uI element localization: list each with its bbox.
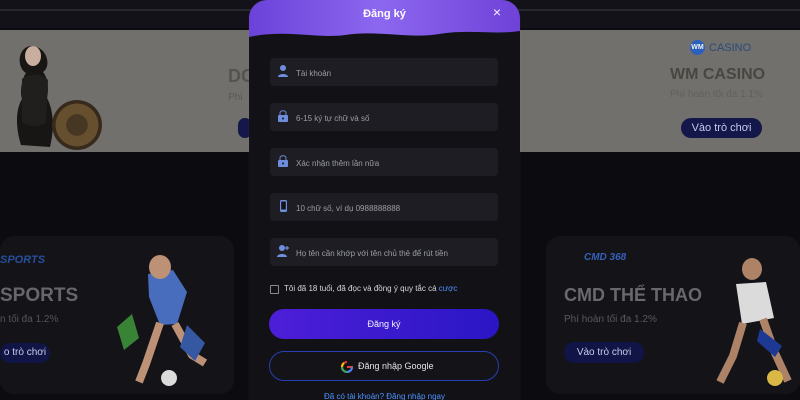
terms-row: Tôi đã 18 tuổi, đã đọc và đồng ý quy tắc… bbox=[270, 284, 500, 298]
phone-input[interactable] bbox=[294, 193, 493, 223]
username-field[interactable] bbox=[270, 58, 498, 88]
lock-icon bbox=[278, 155, 288, 167]
password-input[interactable] bbox=[294, 103, 493, 133]
password-field[interactable] bbox=[270, 103, 498, 133]
google-login-button[interactable]: Đăng nhập Google bbox=[269, 351, 499, 381]
terms-link[interactable]: cược bbox=[439, 284, 458, 293]
login-link[interactable]: Đã có tài khoản? Đăng nhập ngay bbox=[249, 392, 520, 400]
terms-text: Tôi đã 18 tuổi, đã đọc và đồng ý quy tắc… bbox=[284, 284, 499, 293]
phone-field[interactable] bbox=[270, 193, 498, 223]
phone-icon bbox=[280, 200, 287, 212]
confirm-password-input[interactable] bbox=[294, 148, 493, 178]
modal-title: Đăng ký bbox=[363, 8, 406, 20]
lock-icon bbox=[278, 110, 288, 122]
google-icon bbox=[340, 360, 354, 374]
header-wave bbox=[249, 31, 520, 42]
user-icon bbox=[278, 65, 288, 77]
modal-header: Đăng ký × bbox=[249, 0, 520, 42]
confirm-password-field[interactable] bbox=[270, 148, 498, 178]
register-button[interactable]: Đăng ký bbox=[269, 309, 499, 339]
fullname-field[interactable] bbox=[270, 238, 498, 268]
fullname-input[interactable] bbox=[294, 238, 493, 268]
close-icon[interactable]: × bbox=[491, 5, 503, 19]
terms-checkbox[interactable] bbox=[270, 285, 279, 294]
username-input[interactable] bbox=[294, 58, 493, 88]
google-login-label: Đăng nhập Google bbox=[358, 361, 434, 371]
user-plus-icon bbox=[277, 245, 289, 257]
registration-modal: Đăng ký × Tôi đã 18 tuổi, đã đọc và đồng… bbox=[249, 0, 520, 400]
terms-label: Tôi đã 18 tuổi, đã đọc và đồng ý quy tắc… bbox=[284, 284, 437, 293]
